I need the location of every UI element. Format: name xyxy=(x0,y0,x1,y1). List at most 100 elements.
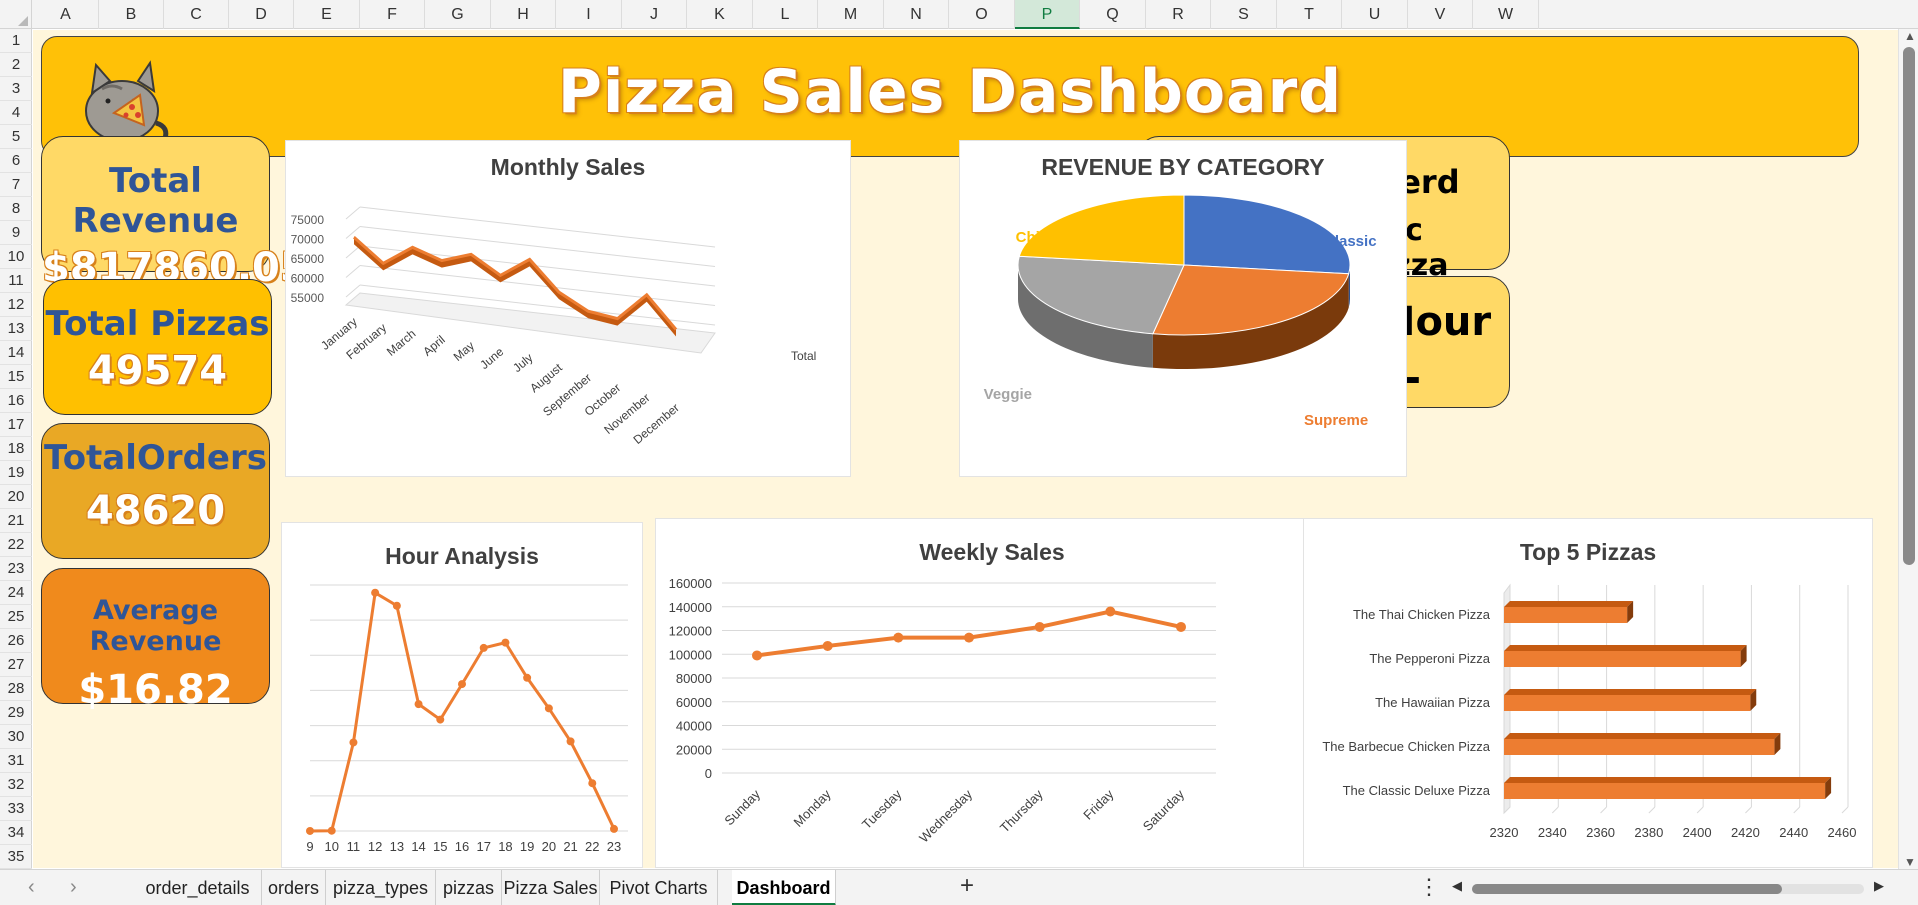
horizontal-scroll-thumb[interactable] xyxy=(1472,884,1782,894)
scroll-down-icon[interactable]: ▼ xyxy=(1904,855,1916,869)
scroll-right-icon[interactable]: ▶ xyxy=(1874,878,1884,894)
top5-gridline xyxy=(1600,806,1607,814)
weekly-x-tick: Monday xyxy=(790,786,834,830)
row-header-6[interactable]: 6 xyxy=(0,149,32,173)
column-header-i[interactable]: I xyxy=(556,0,622,29)
monthly-sales-chart[interactable]: Monthly Sales 75000 70000 65000 60000 55000 J… xyxy=(285,140,851,477)
row-header-19[interactable]: 19 xyxy=(0,461,32,485)
total-revenue-card: Total Revenue $817860.05 xyxy=(41,136,308,291)
row-header-13[interactable]: 13 xyxy=(0,317,32,341)
row-header-23[interactable]: 23 xyxy=(0,557,32,581)
column-header-l[interactable]: L xyxy=(753,0,818,29)
row-header-12[interactable]: 12 xyxy=(0,293,32,317)
weekly-x-tick: Sunday xyxy=(721,786,763,828)
column-header-c[interactable]: C xyxy=(164,0,229,29)
vertical-scroll-thumb[interactable] xyxy=(1903,47,1915,565)
column-header-v[interactable]: V xyxy=(1408,0,1473,29)
row-header-5[interactable]: 5 xyxy=(0,125,32,149)
weekly-y-tick: 60000 xyxy=(676,695,712,710)
select-all-corner[interactable] xyxy=(0,0,32,29)
row-header-3[interactable]: 3 xyxy=(0,77,32,101)
sheet-tab-order-details[interactable]: order_details xyxy=(134,870,262,905)
prev-sheet-icon[interactable]: ‹ xyxy=(28,876,35,899)
row-header-25[interactable]: 25 xyxy=(0,605,32,629)
column-header-h[interactable]: H xyxy=(491,0,556,29)
weekly-point xyxy=(893,632,904,643)
more-options-icon[interactable]: ⋮ xyxy=(1418,874,1440,900)
top-5-pizzas-chart[interactable]: Top 5 Pizzas 2320 2340 2360 2380 2400 2420 244… xyxy=(1303,518,1873,868)
row-header-31[interactable]: 31 xyxy=(0,749,32,773)
row-header-1[interactable]: 1 xyxy=(0,29,32,53)
column-header-r[interactable]: R xyxy=(1146,0,1211,29)
column-header-d[interactable]: D xyxy=(229,0,294,29)
column-header-k[interactable]: K xyxy=(687,0,753,29)
sheet-tab-orders[interactable]: orders xyxy=(262,870,326,905)
weekly-sales-chart[interactable]: Weekly Sales 160000 140000 120000 100000 800… xyxy=(655,518,1329,868)
row-header-35[interactable]: 35 xyxy=(0,845,32,869)
row-header-33[interactable]: 33 xyxy=(0,797,32,821)
row-header-32[interactable]: 32 xyxy=(0,773,32,797)
row-header-17[interactable]: 17 xyxy=(0,413,32,437)
column-header-t[interactable]: T xyxy=(1277,0,1342,29)
row-header-21[interactable]: 21 xyxy=(0,509,32,533)
row-header-24[interactable]: 24 xyxy=(0,581,32,605)
vertical-scrollbar[interactable]: ▲ ▼ xyxy=(1898,29,1918,869)
column-header-o[interactable]: O xyxy=(949,0,1015,29)
total-pizzas-label: Total Pizzas xyxy=(45,304,270,344)
column-header-p[interactable]: P xyxy=(1015,0,1080,29)
column-header-a[interactable]: A xyxy=(33,0,99,29)
column-header-m[interactable]: M xyxy=(818,0,884,29)
row-header-16[interactable]: 16 xyxy=(0,389,32,413)
top5-category-label: The Hawaiian Pizza xyxy=(1375,695,1491,710)
row-header-20[interactable]: 20 xyxy=(0,485,32,509)
row-header-28[interactable]: 28 xyxy=(0,677,32,701)
column-header-g[interactable]: G xyxy=(425,0,491,29)
row-header-9[interactable]: 9 xyxy=(0,221,32,245)
weekly-y-tick: 100000 xyxy=(669,647,712,662)
sheet-tab-dashboard[interactable]: Dashboard xyxy=(732,870,836,905)
scroll-up-icon[interactable]: ▲ xyxy=(1904,29,1916,43)
scroll-left-icon[interactable]: ◀ xyxy=(1452,878,1462,894)
row-header-26[interactable]: 26 xyxy=(0,629,32,653)
column-header-s[interactable]: S xyxy=(1211,0,1277,29)
horizontal-scrollbar[interactable]: ◀ ▶ xyxy=(1448,878,1888,896)
row-header-30[interactable]: 30 xyxy=(0,725,32,749)
next-sheet-icon[interactable]: › xyxy=(70,876,77,899)
row-header-7[interactable]: 7 xyxy=(0,173,32,197)
row-header-10[interactable]: 10 xyxy=(0,245,32,269)
add-sheet-button[interactable]: + xyxy=(960,872,974,900)
column-header-n[interactable]: N xyxy=(884,0,949,29)
column-header-q[interactable]: Q xyxy=(1080,0,1146,29)
row-header-4[interactable]: 4 xyxy=(0,101,32,125)
row-header-22[interactable]: 22 xyxy=(0,533,32,557)
hour-x-tick: 14 xyxy=(411,839,425,854)
sheet-tab-pivot-charts[interactable]: Pivot Charts xyxy=(600,870,718,905)
hour-analysis-chart[interactable]: Hour Analysis 9 10 11 12 13 14 15 16 17 18 19 20 21 2… xyxy=(281,522,643,868)
column-header-w[interactable]: W xyxy=(1473,0,1539,29)
row-header-11[interactable]: 11 xyxy=(0,269,32,293)
row-header-34[interactable]: 34 xyxy=(0,821,32,845)
column-header-f[interactable]: F xyxy=(360,0,425,29)
column-header-b[interactable]: B xyxy=(99,0,164,29)
column-header-u[interactable]: U xyxy=(1342,0,1408,29)
row-header-15[interactable]: 15 xyxy=(0,365,32,389)
revenue-by-category-chart[interactable]: REVENUE BY CATEGORY Classic Supreme Veggie… xyxy=(959,140,1407,477)
sheet-tab-pizzas[interactable]: pizzas xyxy=(436,870,502,905)
column-header-j[interactable]: J xyxy=(622,0,687,29)
weekly-point xyxy=(1176,621,1186,632)
sheet-tab-pizza-types[interactable]: pizza_types xyxy=(326,870,436,905)
row-header-2[interactable]: 2 xyxy=(0,53,32,77)
total-orders-card: TotalOrders 48620 xyxy=(41,423,270,559)
weekly-y-tick: 160000 xyxy=(669,576,712,591)
sheet-tab-pizza-sales[interactable]: Pizza Sales xyxy=(502,870,600,905)
row-header-27[interactable]: 27 xyxy=(0,653,32,677)
row-header-18[interactable]: 18 xyxy=(0,437,32,461)
column-header-e[interactable]: E xyxy=(294,0,360,29)
row-header-8[interactable]: 8 xyxy=(0,197,32,221)
monthly-y-tick: 75000 xyxy=(291,213,325,227)
monthly-series-label: Total xyxy=(791,349,816,363)
top5-gridline xyxy=(1696,806,1704,814)
top5-bar-top xyxy=(1504,733,1781,739)
row-header-29[interactable]: 29 xyxy=(0,701,32,725)
row-header-14[interactable]: 14 xyxy=(0,341,32,365)
